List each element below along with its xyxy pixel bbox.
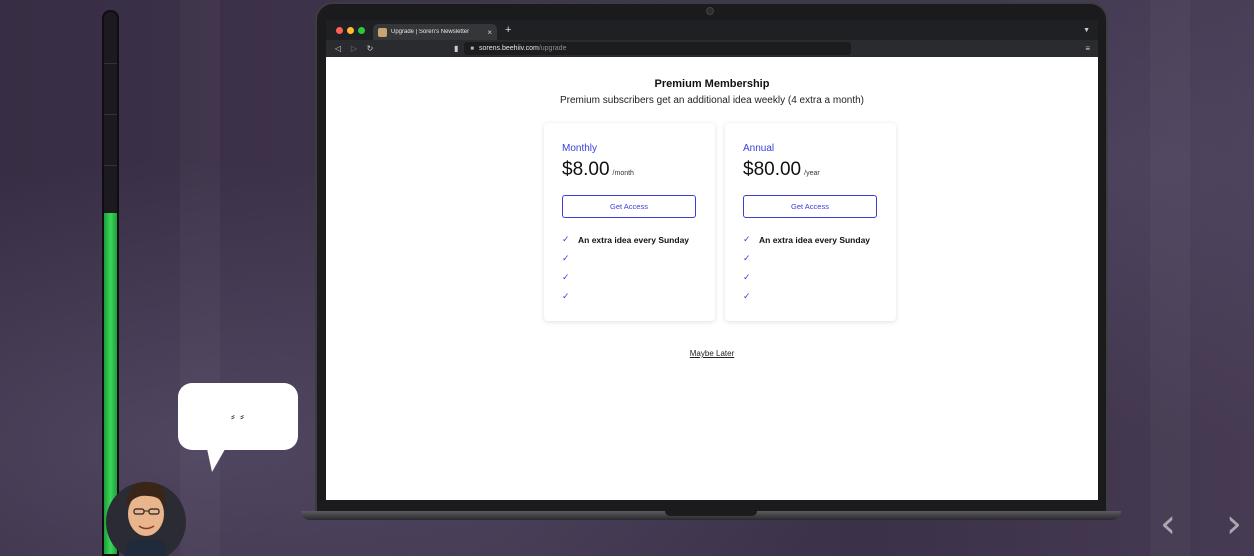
avatar	[106, 481, 186, 556]
background-stripe	[180, 0, 220, 556]
check-icon: ✓	[743, 253, 751, 263]
tab-close-icon[interactable]: ×	[487, 28, 492, 37]
plan-name: Monthly	[562, 143, 598, 154]
feature-text: An extra idea every Sunday	[759, 234, 871, 245]
plan-card-monthly: Monthly $8.00 /month Get Access ✓ An extr…	[544, 123, 715, 321]
price-row: $80.00 /year	[743, 159, 878, 181]
speech-bubble-text: ⸗ ⸗	[231, 410, 245, 423]
forward-icon[interactable]: ▷	[350, 44, 358, 53]
back-icon[interactable]: ◁	[334, 44, 342, 53]
check-icon: ✓	[743, 234, 751, 244]
menu-icon[interactable]: ≡	[1085, 44, 1090, 53]
feature-item: ✓	[743, 249, 878, 268]
url-path: /upgrade	[538, 45, 567, 52]
tab-upgrade[interactable]: Upgrade | Soren's Newsletter ×	[373, 24, 497, 40]
next-slide-arrow-icon[interactable]: ›	[1214, 503, 1254, 545]
check-icon: ✓	[562, 234, 570, 244]
check-icon: ✓	[743, 291, 751, 301]
close-window-button[interactable]	[336, 26, 343, 34]
get-access-monthly-button[interactable]: Get Access	[562, 195, 696, 218]
lock-icon: ■	[470, 45, 475, 52]
plan-price: $80.00	[743, 159, 802, 180]
toolbar: ◁ ▷ ↻ ▮ ■ sorens.beehiiv.com /upgrade ≡	[326, 40, 1098, 57]
feature-item: ✓	[743, 268, 878, 287]
feature-item: ✓ An extra idea every Sunday	[743, 230, 878, 249]
speech-bubble-tail	[206, 444, 228, 472]
speech-bubble: ⸗ ⸗	[178, 383, 298, 450]
feature-item: ✓ An extra idea every Sunday	[562, 230, 697, 249]
page-title: Premium Membership	[654, 78, 770, 90]
previous-slide-arrow-icon[interactable]: ‹	[1148, 503, 1188, 545]
tab-title: Upgrade | Soren's Newsletter	[391, 29, 470, 35]
laptop-notch	[665, 511, 757, 516]
check-icon: ✓	[562, 253, 570, 263]
feature-item: ✓	[562, 268, 697, 287]
get-access-annual-button[interactable]: Get Access	[743, 195, 877, 218]
feature-item: ✓	[562, 287, 697, 306]
check-icon: ✓	[743, 272, 751, 282]
meter-tick	[104, 63, 117, 64]
tab-bar: Upgrade | Soren's Newsletter × + ▼	[326, 20, 1098, 40]
minimize-window-button[interactable]	[347, 26, 354, 34]
feature-list: ✓ An extra idea every Sunday ✓ ✓ ✓	[562, 230, 697, 306]
meter-tick	[104, 114, 117, 115]
chevron-down-icon[interactable]: ▼	[1083, 27, 1090, 34]
feature-list: ✓ An extra idea every Sunday ✓ ✓ ✓	[743, 230, 878, 306]
feature-item: ✓	[743, 287, 878, 306]
new-tab-button[interactable]: +	[505, 24, 511, 36]
plan-card-annual: Annual $80.00 /year Get Access ✓ An extra…	[725, 123, 896, 321]
feature-item: ✓	[562, 249, 697, 268]
plan-price: $8.00	[562, 159, 610, 180]
price-row: $8.00 /month	[562, 159, 697, 181]
reload-icon[interactable]: ↻	[366, 44, 374, 53]
check-icon: ✓	[562, 272, 570, 282]
browser-window: Upgrade | Soren's Newsletter × + ▼ ◁ ▷ ↻…	[326, 20, 1098, 500]
maybe-later-link[interactable]: Maybe Later	[326, 349, 1098, 358]
bookmark-icon[interactable]: ▮	[454, 44, 458, 53]
url-host: sorens.beehiiv.com	[479, 45, 539, 52]
background-stripe	[1150, 0, 1190, 556]
upgrade-page: Premium Membership Premium subscribers g…	[326, 57, 1098, 500]
meter-tick	[104, 165, 117, 166]
check-icon: ✓	[562, 291, 570, 301]
maximize-window-button[interactable]	[358, 26, 365, 34]
address-bar[interactable]: ■ sorens.beehiiv.com /upgrade	[464, 42, 852, 55]
page-subtitle: Premium subscribers get an additional id…	[559, 95, 865, 106]
plan-period: /month	[612, 170, 634, 177]
webcam-icon	[706, 7, 714, 15]
plan-name: Annual	[743, 143, 775, 154]
plan-period: /year	[804, 170, 820, 177]
favicon-icon	[378, 27, 387, 37]
feature-text: An extra idea every Sunday	[578, 234, 690, 245]
